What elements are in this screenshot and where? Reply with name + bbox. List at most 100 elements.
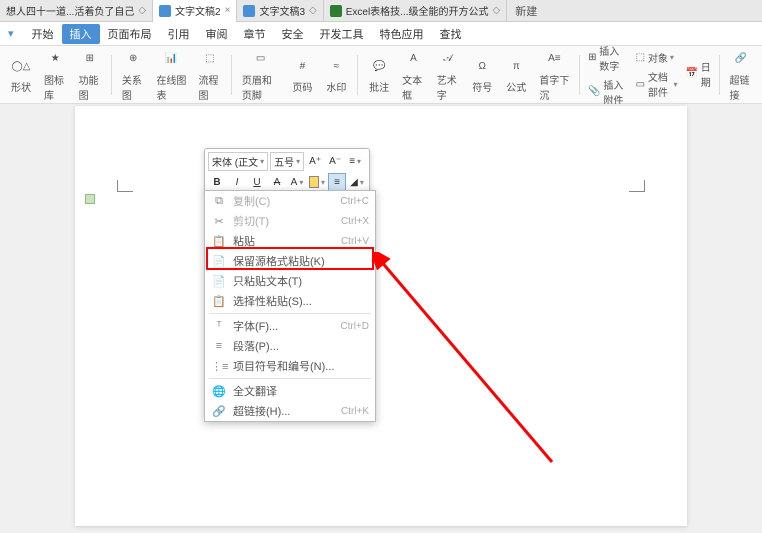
paste-special-icon: 📋 [211, 295, 227, 308]
menu-special[interactable]: 特色应用 [372, 26, 432, 42]
wordart-icon: 𝒜 [437, 48, 459, 70]
menu-review[interactable]: 审阅 [198, 26, 236, 42]
margin-corner-tr [629, 180, 645, 192]
btn-rel[interactable]: ⊕关系图 [116, 46, 151, 104]
icons-icon: ★ [44, 48, 66, 70]
menu-layout[interactable]: 页面布局 [100, 26, 160, 42]
ctx-paste[interactable]: 📋粘贴Ctrl+V [205, 231, 375, 251]
menu-refs[interactable]: 引用 [160, 26, 198, 42]
btn-func[interactable]: ⊞功能图 [73, 46, 108, 104]
rel-icon: ⊕ [122, 48, 144, 70]
btn-shapes[interactable]: ◯△形状 [4, 53, 38, 96]
tab-bar: 想人四十一道...活着负了自己◇ 文字文稿2 × 文字文稿3 ◇ Excel表格技.… [0, 0, 762, 22]
separator [209, 313, 371, 314]
num-icon: ⊞ [588, 52, 596, 63]
btn-flow[interactable]: ⬚流程图 [193, 46, 228, 104]
btn-comment[interactable]: 💬批注 [362, 53, 396, 96]
menu-chapter[interactable]: 章节 [236, 26, 274, 42]
fontcolor-button[interactable]: A▾ [288, 173, 306, 191]
btn-attach[interactable]: 📎 插入附件 [584, 76, 632, 108]
date-icon: 📅 [685, 68, 697, 79]
mini-toolbar: 宋体 (正文▾ 五号▾ A⁺ A⁻ ≡▾ B I U A A▾ ▾ ≡ ◢▾ [204, 148, 370, 195]
margin-corner-tl [117, 180, 133, 192]
chart-icon: 📊 [160, 48, 182, 70]
separator [231, 55, 232, 95]
ctx-hyperlink[interactable]: 🔗超链接(H)...Ctrl+K [205, 401, 375, 421]
underline-button[interactable]: U [248, 173, 266, 191]
separator [357, 55, 358, 95]
pin-icon: ◇ [309, 5, 317, 16]
highlight-button[interactable]: ▾ [308, 173, 326, 191]
size-select[interactable]: 五号▾ [270, 152, 304, 171]
menu-insert[interactable]: 插入 [62, 24, 100, 44]
tab-doc2[interactable]: 文字文稿2 × [153, 0, 237, 22]
btn-date[interactable]: 📅 日期 [681, 58, 714, 90]
tab-doc4[interactable]: Excel表格技...级全能的开方公式 ◇ [324, 0, 508, 22]
tab-doc3[interactable]: 文字文稿3 ◇ [237, 0, 323, 22]
doc-icon [243, 5, 255, 17]
formula-icon: π [505, 55, 527, 77]
comment-icon: 💬 [368, 55, 390, 77]
paragraph-icon: ≡ [211, 340, 227, 352]
doc-icon [330, 5, 342, 17]
ctx-paste-text[interactable]: 📄只粘贴文本(T) [205, 271, 375, 291]
bold-button[interactable]: B [208, 173, 226, 191]
menu-bar: ▾ 开始 插入 页面布局 引用 审阅 章节 安全 开发工具 特色应用 查找 [0, 22, 762, 46]
shapes-icon: ◯△ [10, 55, 32, 77]
menu-start[interactable]: 开始 [24, 26, 62, 42]
strike-button[interactable]: A [268, 173, 286, 191]
app-menu-icon[interactable]: ▾ [8, 27, 14, 40]
pin-icon: ◇ [493, 5, 501, 16]
list-button[interactable]: ≡▾ [346, 153, 364, 171]
italic-button[interactable]: I [228, 173, 246, 191]
dropcap-icon: A≡ [543, 48, 565, 70]
context-menu: ⧉复制(C)Ctrl+C ✂剪切(T)Ctrl+X 📋粘贴Ctrl+V 📄保留源… [204, 190, 376, 422]
btn-pagenum[interactable]: #页码 [285, 53, 319, 96]
ctx-paste-keep-format[interactable]: 📄保留源格式粘贴(K) [205, 251, 375, 271]
ctx-paste-special[interactable]: 📋选择性粘贴(S)... [205, 291, 375, 311]
ctx-paragraph[interactable]: ≡段落(P)... [205, 336, 375, 356]
menu-dev[interactable]: 开发工具 [312, 26, 372, 42]
btn-docpart[interactable]: ▭ 文档部件▾ [632, 68, 682, 100]
separator [111, 55, 112, 95]
font-select[interactable]: 宋体 (正文▾ [208, 152, 268, 171]
shrink-font-button[interactable]: A⁻ [326, 153, 344, 171]
separator [209, 378, 371, 379]
btn-first[interactable]: A≡首字下沉 [533, 46, 575, 104]
btn-wordart[interactable]: 𝒜艺术字 [431, 46, 466, 104]
pagenum-icon: # [291, 55, 313, 77]
ctx-translate[interactable]: 🌐全文翻译 [205, 381, 375, 401]
btn-hyperlink[interactable]: 🔗超链接 [723, 46, 758, 104]
docpart-icon: ▭ [636, 79, 645, 90]
btn-insnum[interactable]: ⊞ 插入数字 [584, 42, 632, 74]
menu-find[interactable]: 查找 [432, 26, 470, 42]
tab-label: 文字文稿3 [259, 3, 305, 18]
btn-textbox[interactable]: A文本框 [396, 46, 431, 104]
func-icon: ⊞ [79, 48, 101, 70]
paste-text-icon: 📄 [211, 275, 227, 288]
tab-label: 文字文稿2 [175, 3, 221, 18]
document-page[interactable] [75, 106, 687, 526]
fill-button[interactable]: ◢▾ [348, 173, 366, 191]
paste-format-icon: 📄 [211, 255, 227, 268]
btn-icons[interactable]: ★图标库 [38, 46, 73, 104]
btn-header[interactable]: ▭页眉和页脚 [236, 46, 286, 104]
menu-security[interactable]: 安全 [274, 26, 312, 42]
tab-label: Excel表格技...级全能的开方公式 [346, 3, 489, 18]
textbox-icon: A [402, 48, 424, 70]
btn-online[interactable]: 📊在线图表 [150, 46, 192, 104]
doc-icon [159, 5, 171, 17]
tab-new[interactable]: 新建 [507, 3, 545, 19]
btn-watermark[interactable]: ≈水印 [319, 53, 353, 96]
align-button[interactable]: ≡ [328, 173, 346, 191]
ribbon: ◯△形状 ★图标库 ⊞功能图 ⊕关系图 📊在线图表 ⬚流程图 ▭页眉和页脚 #页… [0, 46, 762, 104]
btn-formula[interactable]: π公式 [499, 53, 533, 96]
btn-symbol[interactable]: Ω符号 [465, 53, 499, 96]
close-icon[interactable]: × [225, 5, 231, 16]
ctx-cut: ✂剪切(T)Ctrl+X [205, 211, 375, 231]
ctx-bullets[interactable]: ⋮≡项目符号和编号(N)... [205, 356, 375, 376]
btn-obj[interactable]: ⬚ 对象▾ [632, 49, 682, 66]
ctx-font[interactable]: ᵀ字体(F)...Ctrl+D [205, 316, 375, 336]
tab-doc1[interactable]: 想人四十一道...活着负了自己◇ [0, 0, 153, 22]
grow-font-button[interactable]: A⁺ [306, 153, 324, 171]
